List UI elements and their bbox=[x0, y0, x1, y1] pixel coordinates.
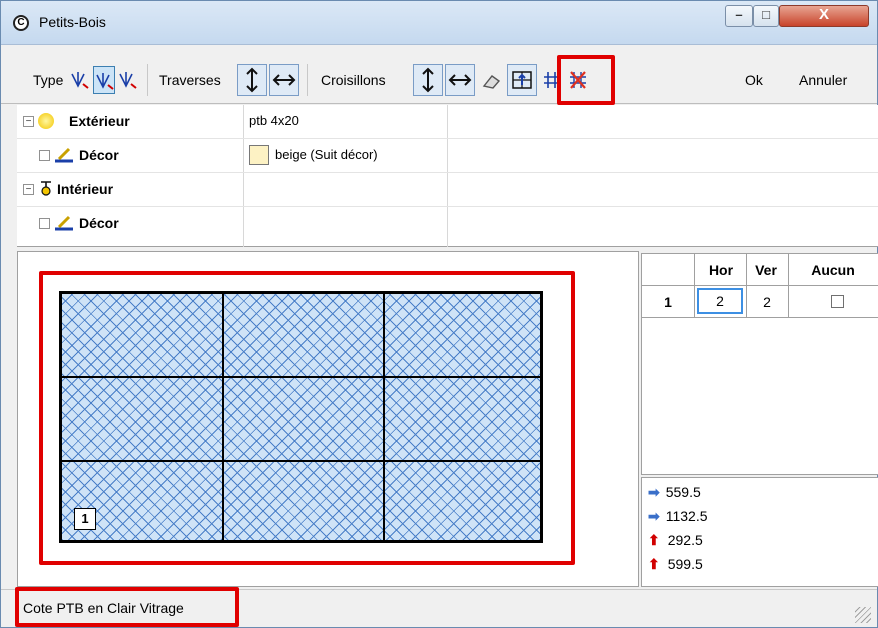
minimize-button[interactable]: – bbox=[725, 5, 753, 27]
croisillons-label: Croisillons bbox=[321, 72, 386, 88]
resize-grip-icon[interactable] bbox=[855, 607, 871, 623]
separator bbox=[147, 64, 148, 96]
property-row-decor-ext[interactable]: Décor beige (Suit décor) bbox=[17, 139, 878, 173]
column-header: Aucun bbox=[811, 262, 855, 278]
list-item: ➡ 559.5 bbox=[648, 484, 701, 501]
list-item: ➡ 1132.5 bbox=[648, 508, 708, 525]
arrow-up-icon: ⬆ bbox=[648, 532, 660, 548]
property-label: Décor bbox=[79, 215, 119, 231]
arrow-right-icon: ➡ bbox=[648, 484, 660, 500]
collapse-icon[interactable]: − bbox=[23, 184, 34, 195]
left-margin bbox=[1, 105, 17, 589]
paint-brush-icon bbox=[53, 215, 75, 231]
arrow-up-icon: ⬆ bbox=[648, 556, 660, 572]
highlight-box bbox=[557, 55, 615, 105]
minimize-icon: – bbox=[735, 7, 743, 22]
column-header: Ver bbox=[755, 262, 777, 278]
type-interior-icon[interactable] bbox=[117, 66, 139, 94]
dimensions-list: ➡ 559.5 ➡ 1132.5 ⬆ 292.5 ⬆ 599.5 bbox=[641, 477, 878, 587]
checkbox-icon[interactable] bbox=[39, 218, 50, 229]
window-title: Petits-Bois bbox=[39, 14, 106, 30]
property-value[interactable]: beige (Suit décor) bbox=[275, 147, 378, 162]
property-value[interactable]: ptb 4x20 bbox=[249, 113, 299, 128]
app-icon: C bbox=[13, 15, 29, 31]
separator bbox=[307, 64, 308, 96]
paint-brush-icon bbox=[53, 147, 75, 163]
property-row-interieur[interactable]: − Intérieur bbox=[17, 173, 878, 207]
dimension-value: 1132.5 bbox=[665, 508, 708, 524]
property-label: Extérieur bbox=[69, 113, 130, 129]
property-label: Intérieur bbox=[57, 181, 114, 197]
traverses-horizontal-button[interactable] bbox=[269, 64, 299, 96]
type-exterior-icon[interactable] bbox=[69, 66, 91, 94]
list-item: ⬆ 292.5 bbox=[648, 532, 703, 549]
type-label: Type bbox=[33, 72, 64, 88]
croisillons-vertical-button[interactable] bbox=[413, 64, 443, 96]
hor-input[interactable]: 2 bbox=[697, 288, 743, 314]
close-button[interactable]: X bbox=[779, 5, 869, 27]
maximize-icon: □ bbox=[762, 7, 770, 22]
property-row-exterieur[interactable]: − Extérieur ptb 4x20 bbox=[17, 105, 878, 139]
type-both-icon[interactable] bbox=[93, 66, 115, 94]
dimension-value: 599.5 bbox=[667, 556, 703, 572]
traverses-label: Traverses bbox=[159, 72, 221, 88]
title-bar: C Petits-Bois – □ X bbox=[1, 1, 877, 45]
ok-button[interactable]: Ok bbox=[745, 72, 763, 88]
arrow-right-icon: ➡ bbox=[648, 508, 660, 524]
checkbox-icon[interactable] bbox=[39, 150, 50, 161]
list-item: ⬆ 599.5 bbox=[648, 556, 703, 573]
close-icon: X bbox=[818, 6, 829, 23]
aucun-checkbox[interactable] bbox=[831, 295, 844, 308]
dimension-value: 559.5 bbox=[665, 484, 701, 500]
color-swatch bbox=[249, 145, 269, 165]
property-grid: − Extérieur ptb 4x20 Décor beige (Suit d… bbox=[17, 105, 878, 247]
traverses-vertical-button[interactable] bbox=[237, 64, 267, 96]
grid-count-table: Hor Ver Aucun 1 2 2 bbox=[641, 253, 878, 475]
ver-cell[interactable]: 2 bbox=[746, 294, 788, 310]
eraser-icon[interactable] bbox=[481, 66, 503, 94]
property-label: Décor bbox=[79, 147, 119, 163]
table-row[interactable]: 1 2 2 bbox=[642, 286, 878, 318]
croisillons-horizontal-button[interactable] bbox=[445, 64, 475, 96]
toolbar: Type Traverses Croisillons Ok Annuler bbox=[1, 46, 877, 104]
row-index: 1 bbox=[664, 294, 672, 310]
sun-icon bbox=[38, 113, 54, 129]
table-header: Hor Ver Aucun bbox=[642, 254, 878, 286]
collapse-icon[interactable]: − bbox=[23, 116, 34, 127]
cancel-button[interactable]: Annuler bbox=[799, 72, 847, 88]
highlight-box bbox=[39, 271, 575, 565]
clear-glass-dimension-button[interactable] bbox=[507, 64, 537, 96]
column-header: Hor bbox=[708, 262, 734, 278]
lamp-icon bbox=[39, 179, 53, 196]
highlight-box bbox=[15, 587, 239, 627]
maximize-button[interactable]: □ bbox=[753, 5, 779, 27]
property-row-decor-int[interactable]: Décor bbox=[17, 207, 878, 241]
dimension-value: 292.5 bbox=[667, 532, 703, 548]
petits-bois-window: C Petits-Bois – □ X Type Traverses Crois… bbox=[0, 0, 878, 628]
